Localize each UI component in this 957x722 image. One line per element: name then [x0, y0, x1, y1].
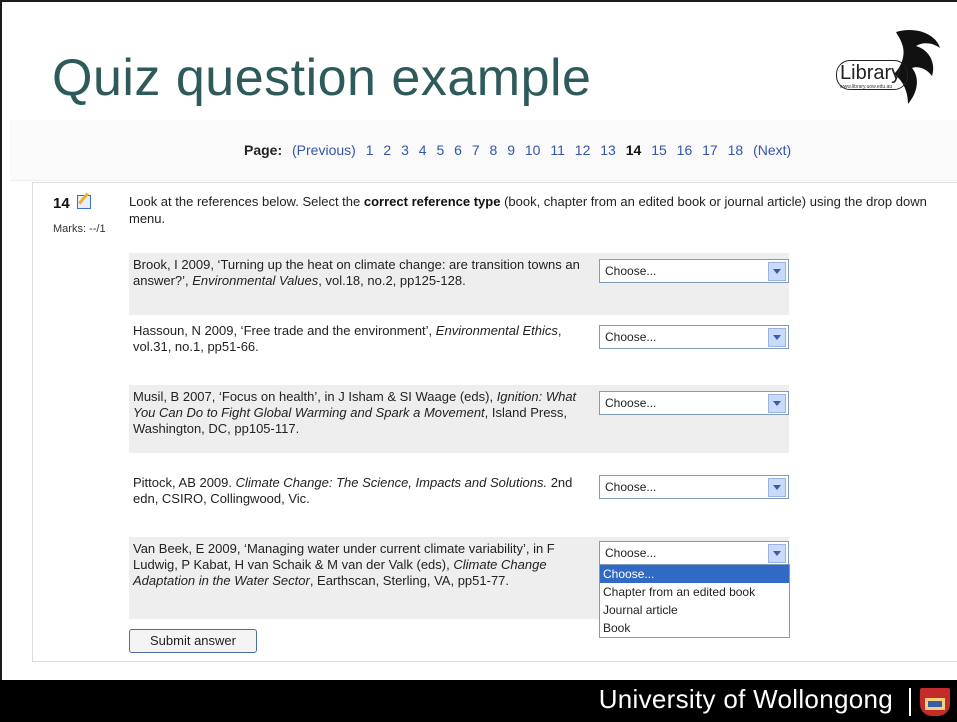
chevron-down-icon[interactable] [768, 328, 786, 347]
question-text-bold: correct reference type [363, 194, 501, 209]
pager-page-link[interactable]: 1 [366, 142, 374, 158]
pager-page-link[interactable]: 6 [454, 142, 462, 158]
select-value: Choose... [605, 480, 657, 494]
pager-page-link[interactable]: 7 [472, 142, 480, 158]
pager-page-link[interactable]: 18 [728, 142, 744, 158]
pager-page-link[interactable]: 15 [651, 142, 667, 158]
question-text: Look at the references below. Select the… [129, 193, 929, 227]
pager-current-page: 14 [625, 142, 642, 158]
pager-page-link[interactable]: 3 [401, 142, 409, 158]
dropdown-option[interactable]: Choose... [600, 565, 789, 583]
select-value: Choose... [605, 546, 657, 560]
reference-row: Hassoun, N 2009, ‘Free trade and the env… [129, 319, 789, 381]
footer-divider [909, 688, 911, 716]
pager-page-link[interactable]: 16 [677, 142, 693, 158]
reference-type-select[interactable]: Choose... [599, 259, 789, 283]
chevron-down-icon[interactable] [768, 544, 786, 563]
slide-title: Quiz question example [52, 49, 592, 107]
reference-type-select[interactable]: Choose... [599, 475, 789, 499]
page-navigation-bar: Page: (Previous) 1 2 3 4 5 6 7 8 9 10 11… [10, 120, 957, 181]
pager-next-link[interactable]: (Next) [753, 142, 791, 158]
pager-page-link[interactable]: 5 [436, 142, 444, 158]
pager-page-link[interactable]: 4 [419, 142, 427, 158]
pager-page-link[interactable]: 8 [490, 142, 498, 158]
reference-type-select[interactable]: Choose... [599, 325, 789, 349]
university-crest-icon [920, 688, 950, 716]
chevron-down-icon[interactable] [768, 394, 786, 413]
reference-text: Brook, I 2009, ‘Turning up the heat on c… [133, 257, 580, 288]
reference-row: Pittock, AB 2009. Climate Change: The Sc… [129, 471, 789, 533]
reference-text: Hassoun, N 2009, ‘Free trade and the env… [133, 323, 562, 354]
library-logo: Library www.library.uow.edu.au [836, 24, 948, 112]
reference-text: Van Beek, E 2009, ‘Managing water under … [133, 541, 555, 588]
logo-url: www.library.uow.edu.au [840, 84, 893, 90]
chevron-down-icon[interactable] [768, 478, 786, 497]
reference-row: Brook, I 2009, ‘Turning up the heat on c… [129, 253, 789, 315]
dropdown-option[interactable]: Journal article [600, 601, 789, 619]
pager-page-link[interactable]: 2 [383, 142, 391, 158]
dropdown-option[interactable]: Chapter from an edited book [600, 583, 789, 601]
pager-page-link[interactable]: 11 [550, 142, 565, 158]
select-value: Choose... [605, 264, 657, 278]
pager-previous-link[interactable]: (Previous) [292, 142, 356, 158]
reference-row: Musil, B 2007, ‘Focus on health’, in J I… [129, 385, 789, 453]
select-value: Choose... [605, 396, 657, 410]
question-text-part: Look at the references below. Select the [129, 194, 364, 209]
reference-type-select[interactable]: Choose... [599, 391, 789, 415]
pager: Page: (Previous) 1 2 3 4 5 6 7 8 9 10 11… [244, 142, 797, 158]
slide-top-border [0, 0, 957, 2]
dropdown-option[interactable]: Book [600, 619, 789, 637]
pager-page-link[interactable]: 9 [507, 142, 515, 158]
question-box: 14 Marks: --/1 Look at the references be… [32, 182, 957, 662]
slide-footer: University of Wollongong [0, 680, 957, 722]
pager-page-link[interactable]: 10 [525, 142, 541, 158]
reference-text: Musil, B 2007, ‘Focus on health’, in J I… [133, 389, 577, 436]
pager-page-link[interactable]: 17 [702, 142, 718, 158]
submit-answer-button[interactable]: Submit answer [129, 629, 257, 653]
quiz-screenshot: Page: (Previous) 1 2 3 4 5 6 7 8 9 10 11… [10, 120, 957, 680]
logo-text: Library [840, 62, 902, 84]
pager-page-link[interactable]: 12 [575, 142, 591, 158]
reference-type-dropdown-list: Choose... Chapter from an edited book Jo… [599, 564, 790, 638]
edit-icon[interactable] [77, 195, 91, 209]
question-marks: Marks: --/1 [53, 223, 106, 235]
pager-page-link[interactable]: 13 [600, 142, 616, 158]
slide-left-border [0, 0, 2, 680]
select-value: Choose... [605, 330, 657, 344]
reference-type-select[interactable]: Choose... [599, 541, 789, 565]
chevron-down-icon[interactable] [768, 262, 786, 281]
pager-label: Page: [244, 142, 283, 158]
reference-text: Pittock, AB 2009. Climate Change: The Sc… [133, 475, 573, 506]
footer-text: University of Wollongong [598, 684, 893, 714]
question-number: 14 [53, 195, 70, 212]
